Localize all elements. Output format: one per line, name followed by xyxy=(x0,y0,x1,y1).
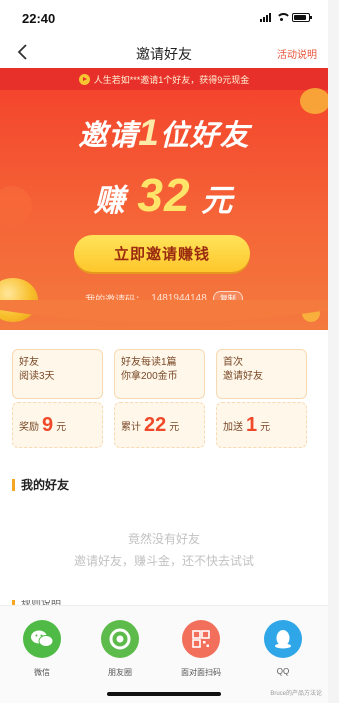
empty-friends-title: 竟然没有好友 xyxy=(127,532,200,546)
reward-card-read: 好友 阅读3天 奖励 9 元 xyxy=(12,349,103,448)
activity-rules-link[interactable]: 活动说明 xyxy=(277,46,317,61)
reward-card-line1: 首次 xyxy=(223,357,243,368)
headline-earn-amount: 32 xyxy=(137,169,191,221)
invite-earn-button[interactable]: 立即邀请赚钱 xyxy=(74,235,250,272)
share-qrcode-label: 面对面扫码 xyxy=(181,668,221,677)
reward-card-condition: 首次 邀请好友 xyxy=(216,349,307,399)
reward-label: 加送 xyxy=(223,421,243,433)
reward-card-condition: 好友 阅读3天 xyxy=(12,349,103,399)
reward-card-amount: 奖励 9 元 xyxy=(12,402,103,448)
reward-card-amount: 累计 22 元 xyxy=(114,402,205,448)
my-friends-heading: 我的好友 xyxy=(12,479,69,491)
headline-invite-prefix: 邀请 xyxy=(78,120,139,152)
reward-card-amount: 加送 1 元 xyxy=(216,402,307,448)
headline-invite-suffix: 位好友 xyxy=(159,120,250,152)
reward-label: 累计 xyxy=(121,421,141,433)
share-qq[interactable]: QQ xyxy=(253,620,313,676)
reward-card-line2: 阅读3天 xyxy=(19,371,55,382)
headline-earn: 赚 32 元 xyxy=(0,168,328,222)
status-icons xyxy=(260,13,312,22)
share-moments-label: 朋友圈 xyxy=(108,668,132,677)
status-bar: 22:40 xyxy=(0,0,328,36)
empty-friends-hint: 邀请好友，赚斗金，还不快去试试 xyxy=(73,554,254,568)
moments-icon xyxy=(101,620,139,658)
share-moments[interactable]: 朋友圈 xyxy=(90,620,150,678)
headline-invite-number: 1 xyxy=(138,112,160,153)
qrcode-icon xyxy=(182,620,220,658)
reward-card-line2: 你拿200金币 xyxy=(121,371,178,382)
share-qrcode[interactable]: 面对面扫码 xyxy=(171,620,231,678)
page-margin xyxy=(328,0,339,703)
share-sheet: 微信 朋友圈 面对面扫码 QQ Bruce的产品方法论 xyxy=(0,605,328,703)
reward-value: 1 xyxy=(246,413,258,436)
speaker-icon xyxy=(78,73,90,85)
share-wechat-label: 微信 xyxy=(34,668,50,677)
hero-curve xyxy=(0,300,328,323)
share-qq-label: QQ xyxy=(276,667,290,676)
watermark: Bruce的产品方法论 xyxy=(270,691,322,697)
reward-label: 奖励 xyxy=(19,421,39,433)
nav-bar: 邀请好友 活动说明 xyxy=(0,36,328,68)
share-wechat[interactable]: 微信 xyxy=(12,620,72,678)
phone-screen: 22:40 邀请好友 活动说明 人生若如***邀请1个好友，获得9元现金 邀请1… xyxy=(0,0,328,703)
reward-unit: 元 xyxy=(260,421,271,433)
qq-icon xyxy=(264,620,302,658)
wifi-icon xyxy=(276,13,291,22)
headline-earn-prefix: 赚 xyxy=(93,183,127,218)
battery-icon xyxy=(292,13,312,22)
decor-dot xyxy=(300,88,328,114)
status-time: 22:40 xyxy=(22,11,56,26)
reward-value: 22 xyxy=(144,413,167,436)
wechat-icon xyxy=(23,620,61,658)
reward-value: 9 xyxy=(42,413,54,436)
reward-card-line1: 好友每读1篇 xyxy=(121,357,177,368)
invite-hero-banner: 人生若如***邀请1个好友，获得9元现金 邀请1位好友 赚 32 元 立即邀请赚… xyxy=(0,68,328,330)
headline-invite: 邀请1位好友 xyxy=(0,112,328,154)
notice-text: 人生若如***邀请1个好友，获得9元现金 xyxy=(93,74,250,85)
reward-card-first: 首次 邀请好友 加送 1 元 xyxy=(216,349,307,448)
reward-cards: 好友 阅读3天 奖励 9 元 好友每读1篇 你拿200金币 累计 22 元 首次 xyxy=(12,349,308,448)
reward-unit: 元 xyxy=(169,421,180,433)
reward-card-coins: 好友每读1篇 你拿200金币 累计 22 元 xyxy=(114,349,205,448)
reward-card-condition: 好友每读1篇 你拿200金币 xyxy=(114,349,205,399)
signal-icon xyxy=(260,13,271,22)
notice-bar: 人生若如***邀请1个好友，获得9元现金 xyxy=(0,68,328,90)
reward-card-line1: 好友 xyxy=(19,357,39,368)
reward-card-line2: 邀请好友 xyxy=(223,371,263,382)
home-indicator xyxy=(107,692,221,696)
headline-earn-unit: 元 xyxy=(201,183,235,218)
reward-unit: 元 xyxy=(56,421,67,433)
